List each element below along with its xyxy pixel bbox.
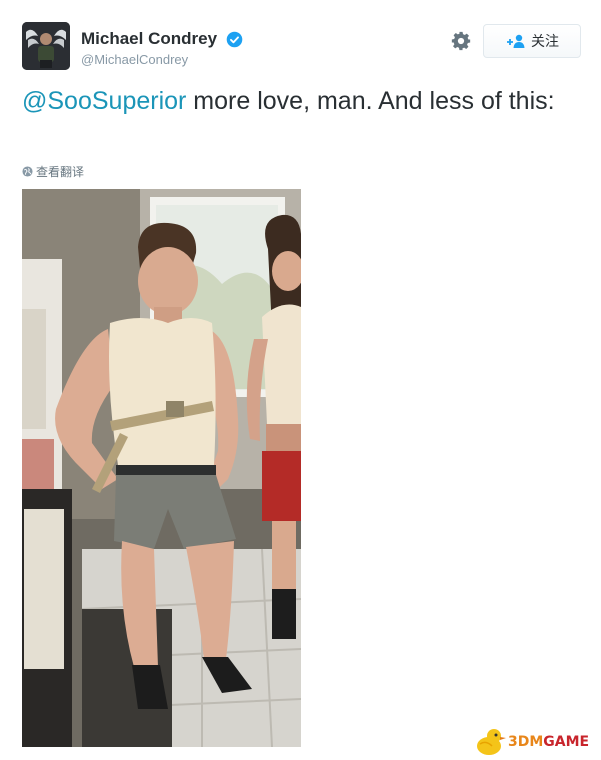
gear-icon[interactable] [450,30,472,52]
author-name-row: Michael Condrey [81,29,243,49]
globe-icon [22,166,33,177]
site-watermark: 3DMGAME [474,724,600,758]
duck-logo-icon [477,729,506,755]
watermark-text: 3DMGAME [508,734,589,750]
watermark-3dm: 3DM [508,734,544,750]
tweet-photo[interactable] [22,189,301,747]
tweet-body-text: more love, man. And less of this: [186,87,555,115]
tweet-photo-image [22,189,301,747]
mention-link[interactable]: @SooSuperior [22,87,186,115]
verified-badge-icon [226,31,242,47]
tweet-text: @SooSuperior more love, man. And less of… [22,86,582,117]
avatar-image [22,22,70,70]
tweet-card: Michael Condrey @MichaelCondrey 关注 @SooS… [0,0,601,760]
watermark-game: GAME [543,734,590,750]
translate-label: 查看翻译 [36,165,85,179]
author-handle[interactable]: @MichaelCondrey [81,52,188,67]
avatar[interactable] [22,22,70,70]
follow-button-label: 关注 [531,33,559,49]
translate-link[interactable]: 查看翻译 [22,163,84,180]
follow-button[interactable]: 关注 [483,24,581,58]
follow-person-icon [507,34,525,48]
author-display-name[interactable]: Michael Condrey [81,29,217,49]
